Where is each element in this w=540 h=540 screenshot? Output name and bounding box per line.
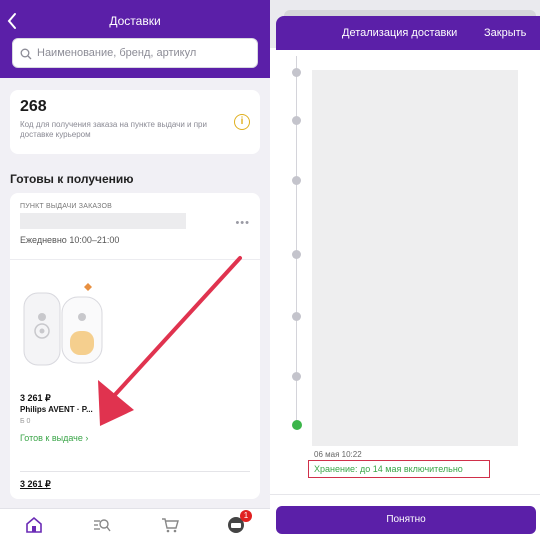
timeline-dot xyxy=(292,116,301,125)
ok-button[interactable]: Понятно xyxy=(276,506,536,534)
delivery-history-redacted xyxy=(312,70,518,446)
cart-icon[interactable] xyxy=(160,515,180,535)
search-placeholder: Наименование, бренд, артикул xyxy=(37,47,197,59)
timeline-dot xyxy=(292,250,301,259)
deliveries-screen: Доставки Наименование, бренд, артикул 26… xyxy=(0,0,270,540)
screenshot-root: Доставки Наименование, бренд, артикул 26… xyxy=(0,0,540,540)
divider xyxy=(20,471,250,472)
product-size-prefix: Б xyxy=(20,418,25,425)
home-icon[interactable] xyxy=(24,515,44,535)
notification-badge: 1 xyxy=(240,510,252,522)
divider xyxy=(270,494,540,495)
timeline-dot xyxy=(292,372,301,381)
pickup-address-redacted xyxy=(20,213,186,229)
section-title: Готовы к получению xyxy=(10,172,134,186)
product-size-value: 0 xyxy=(26,418,31,425)
timeline-dot-current xyxy=(291,420,302,430)
timeline-dot xyxy=(292,312,301,321)
search-icon xyxy=(20,47,32,60)
timeline-line xyxy=(296,56,297,426)
more-options-icon[interactable]: ••• xyxy=(235,217,250,229)
page-title: Доставки xyxy=(109,14,161,28)
product-size: Б 0 xyxy=(20,418,30,425)
annotation-arrow xyxy=(98,256,242,426)
pickup-code-description: Код для получения заказа на пункте выдач… xyxy=(20,120,207,139)
delivery-details-sheet: Детализация доставки Закрыть 06 мая 10:2… xyxy=(270,0,540,540)
close-button[interactable]: Закрыть xyxy=(484,27,526,39)
pickup-point-label: ПУНКТ ВЫДАЧИ ЗАКАЗОВ xyxy=(20,203,113,210)
info-icon[interactable]: i xyxy=(234,114,250,130)
bottom-nav xyxy=(0,508,270,540)
pickup-hours: Ежедневно 10:00–21:00 xyxy=(20,235,120,245)
sheet-title: Детализация доставки xyxy=(342,27,458,39)
catalog-search-icon[interactable] xyxy=(92,515,112,535)
search-input[interactable]: Наименование, бренд, артикул xyxy=(12,38,258,68)
product-price: 3 261 ₽ xyxy=(20,393,51,403)
event-date: 06 мая 10:22 xyxy=(314,450,362,459)
pickup-code: 268 xyxy=(20,98,47,115)
deliveries-header: Доставки Наименование, бренд, артикул xyxy=(0,0,270,78)
order-total: 3 261 ₽ xyxy=(20,479,51,489)
timeline-dot xyxy=(292,68,301,77)
timeline-dot xyxy=(292,176,301,185)
storage-deadline: Хранение: до 14 мая включительно xyxy=(314,464,463,474)
pickup-code-card: 268 Код для получения заказа на пункте в… xyxy=(10,90,260,154)
